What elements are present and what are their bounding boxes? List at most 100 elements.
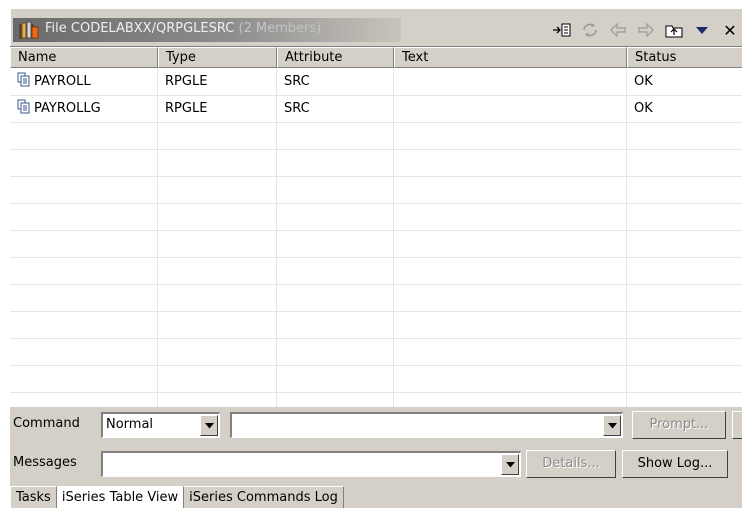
member-name: PAYROLLG [34,101,101,116]
empty-cell [394,204,627,231]
forward-icon[interactable] [634,19,658,41]
column-header-text[interactable]: Text [394,47,627,68]
empty-cell [394,150,627,177]
cell-name: PAYROLLG [10,96,158,123]
up-level-icon[interactable] [662,19,686,41]
empty-cell [10,285,158,312]
empty-cell [394,177,627,204]
command-mode-select[interactable]: Normal [101,412,220,438]
messages-label: Messages [13,455,77,470]
empty-cell [158,123,277,150]
table-row[interactable]: PAYROLL RPGLE SRC OK [10,69,742,96]
empty-table-row [10,366,742,393]
column-header-type[interactable]: Type [158,47,277,68]
empty-table-row [10,285,742,312]
table-row[interactable]: PAYROLLG RPGLE SRC OK [10,96,742,123]
cell-name: PAYROLL [10,69,158,96]
table-view-panel: File CODELABXX/QRPGLESRC (2 Members) ✕ N… [10,8,742,508]
member-table: Name Type Attribute Text Status PAYROLL … [10,46,742,407]
cell-text [394,69,627,96]
cell-attribute: SRC [277,96,394,123]
title-member-count: (2 Members) [238,21,322,36]
column-header-status[interactable]: Status [627,47,742,68]
view-menu-icon[interactable] [690,19,714,41]
show-in-table-icon[interactable] [550,19,574,41]
empty-cell [10,339,158,366]
empty-table-row [10,123,742,150]
command-input[interactable] [230,412,623,438]
view-title-bar: File CODELABXX/QRPGLESRC (2 Members) ✕ [10,8,742,46]
command-mode-dropdown-button[interactable] [200,415,218,436]
prompt-button[interactable]: Prompt... [632,411,726,439]
view-title: File CODELABXX/QRPGLESRC (2 Members) [45,21,321,36]
empty-cell [627,177,742,204]
cell-status: OK [627,69,742,96]
empty-cell [158,177,277,204]
chevron-down-icon [204,422,214,428]
empty-table-row [10,393,742,407]
empty-cell [277,231,394,258]
back-icon[interactable] [606,19,630,41]
empty-cell [158,366,277,393]
empty-cell [277,285,394,312]
command-row: Command Normal Prompt... [10,408,742,442]
empty-cell [277,393,394,407]
empty-cell [10,204,158,231]
chevron-down-icon [607,422,617,428]
messages-dropdown-button[interactable] [501,454,519,475]
empty-cell [394,231,627,258]
title-file-path: File CODELABXX/QRPGLESRC [45,21,235,36]
cell-attribute: SRC [277,69,394,96]
source-member-icon [17,98,30,123]
messages-row: Messages Details... Show Log... [10,447,742,481]
source-file-icon [19,21,39,39]
show-log-button[interactable]: Show Log... [622,450,728,478]
empty-cell [277,204,394,231]
empty-cell [627,123,742,150]
table-body: PAYROLL RPGLE SRC OK PAYROLLG RPGLE SRC … [10,69,742,407]
empty-cell [627,231,742,258]
empty-cell [10,393,158,407]
command-history-dropdown-button[interactable] [603,415,621,436]
tab-tasks[interactable]: Tasks [10,486,57,508]
empty-table-row [10,150,742,177]
empty-cell [627,285,742,312]
empty-cell [277,258,394,285]
tab-iseries-commands-log[interactable]: iSeries Commands Log [184,486,344,508]
empty-cell [394,339,627,366]
tab-iseries-table-view[interactable]: iSeries Table View [56,486,185,508]
column-header-name[interactable]: Name [10,47,158,68]
empty-cell [10,150,158,177]
view-title-tab[interactable]: File CODELABXX/QRPGLESRC (2 Members) [13,18,401,42]
refresh-icon[interactable] [578,19,602,41]
empty-cell [627,366,742,393]
command-label: Command [13,416,80,431]
empty-cell [10,177,158,204]
empty-cell [158,312,277,339]
column-header-attribute[interactable]: Attribute [277,47,394,68]
empty-table-row [10,312,742,339]
details-button[interactable]: Details... [526,450,616,478]
empty-cell [10,366,158,393]
empty-cell [10,231,158,258]
command-mode-value: Normal [106,417,154,432]
empty-cell [277,312,394,339]
view-toolbar: ✕ [546,18,742,42]
close-icon[interactable]: ✕ [718,19,742,41]
empty-cell [394,312,627,339]
cell-type: RPGLE [158,96,277,123]
run-button-partial[interactable] [732,411,742,439]
empty-cell [627,339,742,366]
empty-cell [394,366,627,393]
empty-cell [277,366,394,393]
table-header: Name Type Attribute Text Status [10,47,742,68]
empty-cell [394,258,627,285]
empty-cell [394,393,627,407]
empty-cell [627,204,742,231]
empty-cell [158,231,277,258]
cell-text [394,96,627,123]
empty-cell [277,339,394,366]
cell-type: RPGLE [158,69,277,96]
empty-cell [394,285,627,312]
messages-field[interactable] [101,451,521,477]
